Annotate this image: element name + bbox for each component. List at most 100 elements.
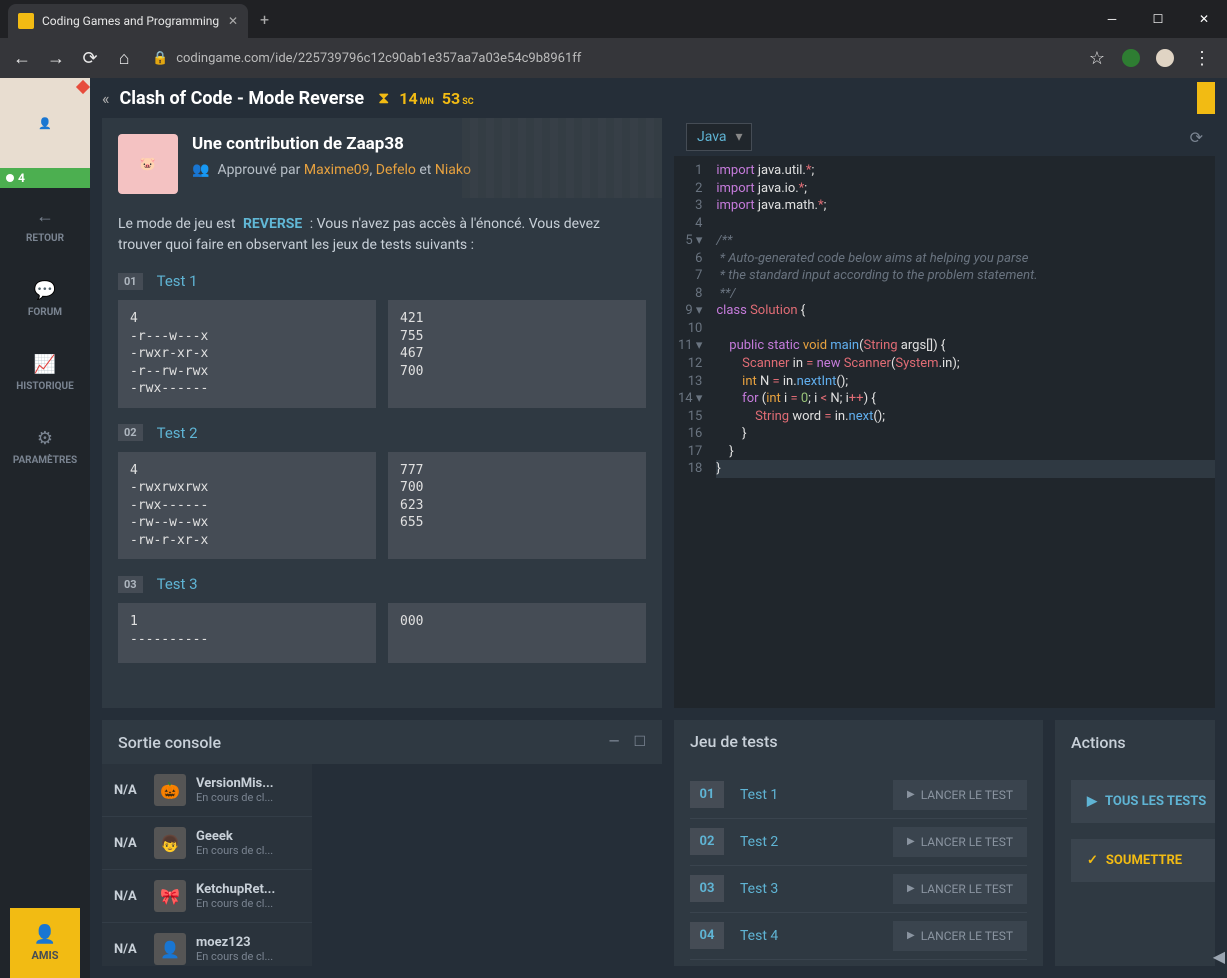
problem-panel: 🐷 Une contribution de Zaap38 👥 Approuvé …: [102, 118, 662, 708]
maximize-button[interactable]: ☐: [1135, 0, 1181, 38]
player-row[interactable]: N/A 👤 moez123En cours de cl...: [102, 923, 312, 966]
mode-description: Le mode de jeu est REVERSE : Vous n'avez…: [102, 210, 662, 272]
home-button[interactable]: ⌂: [110, 44, 138, 72]
console-title: Sortie console: [118, 733, 221, 752]
close-icon[interactable]: ✕: [228, 14, 238, 28]
close-window-button[interactable]: ✕: [1181, 0, 1227, 38]
sidebar-item-paramètres[interactable]: ⚙PARAMÈTRES: [9, 410, 81, 484]
editor-panel: Java ⟳ 12345 ▾6789 ▾1011 ▾121314 ▾151617…: [674, 118, 1215, 708]
hourglass-icon: ⧗: [378, 88, 389, 108]
online-badge: 4: [0, 168, 90, 188]
user-icon: 👤: [34, 924, 56, 945]
online-count: 4: [18, 171, 25, 185]
chevron-left-icon[interactable]: ◀: [1213, 947, 1225, 966]
editor-header: Java ⟳: [674, 118, 1215, 156]
player-row[interactable]: N/A 👦 GeeekEn cours de cl...: [102, 817, 312, 870]
contribution-title: Une contribution de Zaap38: [192, 134, 646, 154]
reload-button[interactable]: ⟳: [76, 44, 104, 72]
contribution-header: 🐷 Une contribution de Zaap38 👥 Approuvé …: [102, 118, 662, 210]
forward-button[interactable]: →: [42, 44, 70, 72]
test-output: 777 700 623 655: [388, 452, 646, 560]
back-arrows-icon[interactable]: «: [102, 89, 110, 108]
test-input: 4 -r---w---x -rwxr-xr-x -r--rw-rwx -rwx-…: [118, 300, 376, 408]
refresh-icon[interactable]: ⟳: [1190, 128, 1203, 147]
page-title: Clash of Code - Mode Reverse: [120, 88, 365, 109]
run-test-button[interactable]: ▶LANCER LE TEST: [893, 780, 1027, 810]
people-icon: 👥: [192, 162, 209, 178]
approver-link[interactable]: Niako: [435, 162, 471, 178]
timer: 14MN 53SC: [399, 89, 473, 108]
players-list: N/A 🎃 VersionMis...En cours de cl...N/A …: [102, 764, 312, 966]
sidebar-item-label: PARAMÈTRES: [13, 455, 77, 466]
sidebar-item-label: FORUM: [28, 307, 62, 318]
window-titlebar: Coding Games and Programming ✕ + ─ ☐ ✕: [0, 0, 1227, 38]
amis-button[interactable]: 👤 AMIS: [10, 908, 80, 978]
player-rank: N/A: [114, 783, 144, 798]
editor-gutter: 12345 ▾6789 ▾1011 ▾121314 ▾15161718: [674, 156, 710, 708]
test-run-row: 02 Test 2 ▶LANCER LE TEST: [690, 819, 1027, 866]
sidebar-item-retour[interactable]: ←RETOUR: [9, 188, 81, 262]
sidebar-item-historique[interactable]: 📈HISTORIQUE: [9, 336, 81, 410]
sidebar-item-forum[interactable]: 💬FORUM: [9, 262, 81, 336]
test-run-name: Test 4: [740, 928, 877, 944]
maximize-panel-icon[interactable]: ☐: [633, 734, 646, 750]
star-icon[interactable]: ☆: [1083, 44, 1111, 72]
header-action-button[interactable]: [1197, 82, 1215, 114]
window-controls: ─ ☐ ✕: [1089, 0, 1227, 38]
lock-icon: 🔒: [152, 51, 168, 66]
extension-icon-1[interactable]: [1117, 44, 1145, 72]
tests-panel: Jeu de tests 01 Test 1 ▶LANCER LE TEST02…: [674, 720, 1043, 966]
play-icon: ▶: [907, 930, 915, 941]
all-tests-button[interactable]: ▶ TOUS LES TESTS: [1071, 780, 1215, 823]
player-status: En cours de cl...: [196, 897, 300, 910]
user-avatar[interactable]: 👤: [0, 78, 90, 168]
contributor-avatar: 🐷: [118, 134, 178, 194]
test-run-number: 01: [690, 781, 724, 808]
player-name: VersionMis...: [196, 776, 300, 791]
editor-code[interactable]: import java.util.*; import java.io.*; im…: [710, 156, 1215, 708]
test-input: 4 -rwxrwxrwx -rwx------ -rw--w--wx -rw-r…: [118, 452, 376, 560]
player-row[interactable]: N/A 🎃 VersionMis...En cours de cl...: [102, 764, 312, 817]
sidebar: 👤 4 ←RETOUR💬FORUM📈HISTORIQUE⚙PARAMÈTRES …: [0, 78, 90, 978]
new-tab-button[interactable]: +: [248, 10, 281, 29]
online-dot-icon: [6, 174, 14, 182]
tests-panel-title: Jeu de tests: [690, 732, 778, 751]
run-test-button[interactable]: ▶LANCER LE TEST: [893, 874, 1027, 904]
url-bar[interactable]: 🔒 codingame.com/ide/225739796c12c90ab1e3…: [144, 51, 1077, 66]
player-status: En cours de cl...: [196, 791, 300, 804]
console-panel: Sortie console — ☐ N/A 🎃 VersionMis...En…: [102, 720, 662, 966]
player-rank: N/A: [114, 942, 144, 957]
page-header: « Clash of Code - Mode Reverse ⧗ 14MN 53…: [90, 78, 1227, 118]
player-avatar: 🎃: [154, 774, 186, 806]
code-editor[interactable]: 12345 ▾6789 ▾1011 ▾121314 ▾15161718 impo…: [674, 156, 1215, 708]
back-button[interactable]: ←: [8, 44, 36, 72]
minimize-button[interactable]: ─: [1089, 0, 1135, 38]
extension-icon-2[interactable]: [1151, 44, 1179, 72]
test-number: 02: [118, 424, 143, 441]
url-text: codingame.com/ide/225739796c12c90ab1e357…: [176, 51, 581, 66]
approver-link[interactable]: Maxime09: [304, 162, 370, 178]
kebab-menu-icon[interactable]: ⋮: [1185, 48, 1219, 69]
player-name: KetchupRet...: [196, 882, 300, 897]
player-avatar: 👤: [154, 933, 186, 965]
test-number: 01: [118, 273, 143, 290]
check-icon: ✓: [1087, 853, 1098, 868]
sidebar-item-label: HISTORIQUE: [16, 381, 74, 392]
approver-link[interactable]: Defelo: [376, 162, 416, 178]
test-run-row: 03 Test 3 ▶LANCER LE TEST: [690, 866, 1027, 913]
minimize-panel-icon[interactable]: —: [609, 734, 620, 750]
run-test-button[interactable]: ▶LANCER LE TEST: [893, 921, 1027, 951]
submit-button[interactable]: ✓ SOUMETTRE: [1071, 839, 1215, 882]
run-test-button[interactable]: ▶LANCER LE TEST: [893, 827, 1027, 857]
player-avatar: 🎀: [154, 880, 186, 912]
language-select[interactable]: Java: [686, 123, 752, 151]
sidebar-item-label: RETOUR: [26, 233, 64, 244]
test-name: Test 2: [157, 424, 198, 442]
actions-panel: Actions ▶ TOUS LES TESTS ✓ SOUMETTRE: [1055, 720, 1215, 966]
test-run-number: 02: [690, 828, 724, 855]
approved-by: 👥 Approuvé par Maxime09, Defelo et Niako: [192, 162, 646, 178]
browser-tab[interactable]: Coding Games and Programming ✕: [8, 4, 248, 38]
test-name: Test 1: [157, 272, 198, 290]
test-run-name: Test 2: [740, 834, 877, 850]
player-row[interactable]: N/A 🎀 KetchupRet...En cours de cl...: [102, 870, 312, 923]
